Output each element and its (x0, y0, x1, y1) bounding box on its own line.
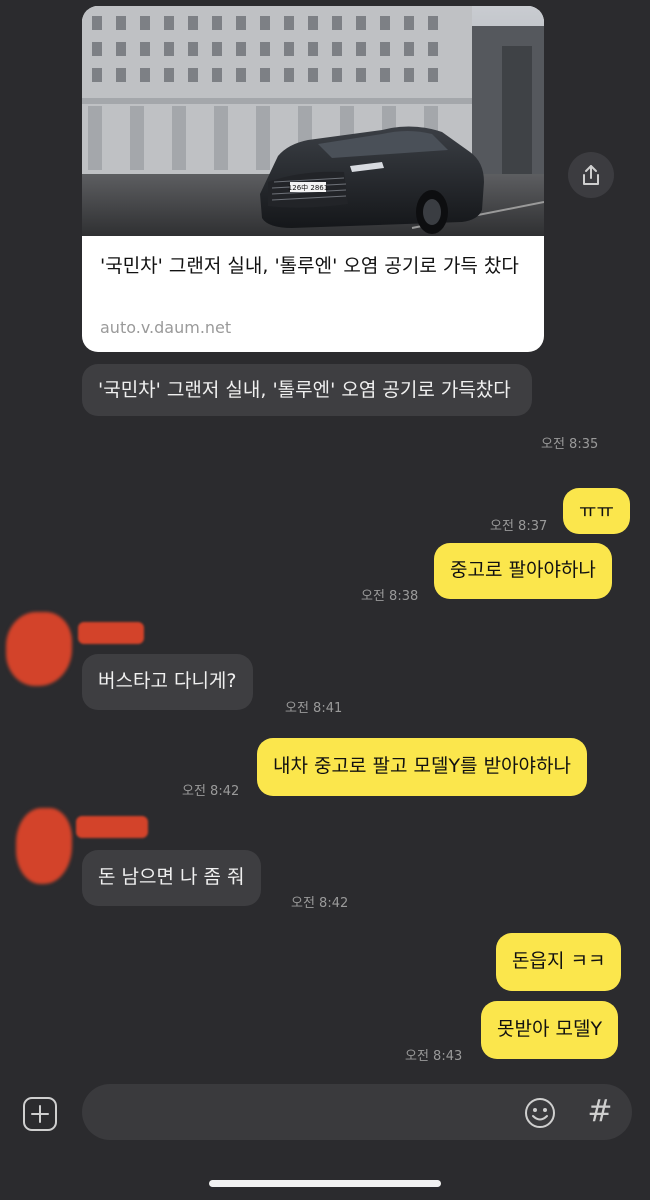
message-time: 오전 8:43 (405, 1049, 463, 1064)
link-preview-card[interactable]: 126中 2861 '국민차' 그랜저 실내, '톨루엔' 오염 공기로 가득 … (82, 6, 544, 352)
avatar[interactable] (6, 612, 72, 686)
message-time: 오전 8:38 (361, 589, 419, 604)
link-preview-title[interactable]: '국민차' 그랜저 실내, '톨루엔' 오염 공기로 가득 찼다 (100, 252, 530, 280)
message-bubble-outgoing[interactable]: ㅠㅠ (563, 488, 630, 534)
sender-name-redacted (76, 816, 148, 838)
message-time: 오전 8:37 (490, 519, 548, 534)
message-bubble-outgoing[interactable]: 돈읍지 ㅋㅋ (496, 933, 622, 991)
message-time: 오전 8:35 (541, 437, 599, 452)
license-plate-text: 126中 2861 (288, 183, 328, 192)
emoji-icon (525, 1098, 555, 1128)
share-button[interactable] (568, 152, 614, 198)
message-bubble-outgoing[interactable]: 내차 중고로 팔고 모델Y를 받아야하나 (257, 738, 587, 796)
plus-icon (23, 1097, 57, 1131)
attach-button[interactable] (22, 1096, 58, 1132)
message-bubble-outgoing[interactable]: 못받아 모델Y (481, 1001, 619, 1059)
link-thumbnail-image: 126中 2861 (82, 6, 544, 236)
sender-name-redacted (78, 622, 144, 644)
message-bubble-outgoing[interactable]: 중고로 팔아야하나 (434, 543, 612, 599)
message-time: 오전 8:41 (285, 701, 343, 716)
message-time: 오전 8:42 (291, 896, 349, 911)
hash-icon[interactable]: # (580, 1092, 620, 1132)
home-indicator (209, 1180, 441, 1187)
message-bubble-incoming[interactable]: '국민차' 그랜저 실내, '톨루엔' 오염 공기로 가득찼다 (82, 364, 532, 416)
emoji-button[interactable] (522, 1095, 558, 1131)
avatar[interactable] (16, 808, 72, 884)
link-preview-domain: auto.v.daum.net (100, 318, 232, 337)
message-bubble-incoming[interactable]: 돈 남으면 나 좀 줘 (82, 850, 261, 906)
message-bubble-incoming[interactable]: 버스타고 다니게? (82, 654, 253, 710)
share-icon (583, 165, 599, 185)
message-time: 오전 8:42 (182, 784, 240, 799)
